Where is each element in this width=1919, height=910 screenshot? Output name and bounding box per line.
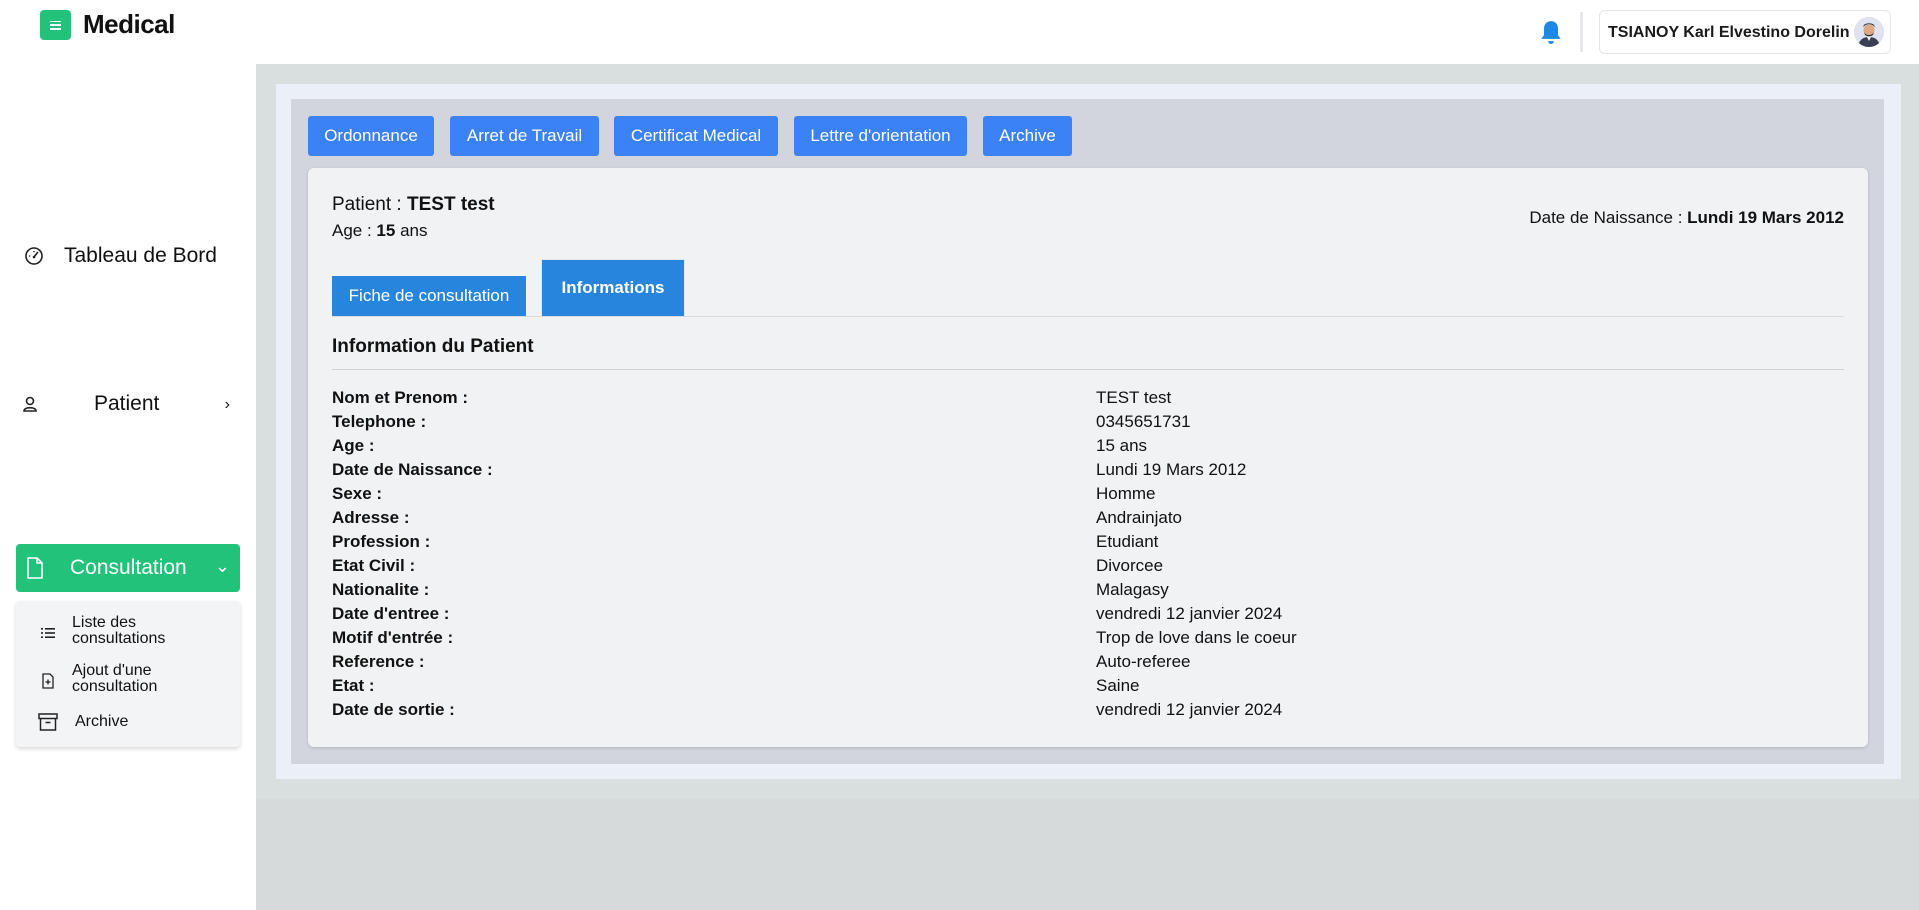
ordonnance-button[interactable]: Ordonnance (308, 116, 434, 156)
patient-icon (23, 396, 37, 412)
section-title: Information du Patient (332, 336, 534, 357)
list-icon (41, 628, 55, 638)
info-row: Etat Civil : Divorcee (332, 556, 1844, 580)
info-value: Homme (1096, 484, 1156, 503)
app-title: Medical (83, 9, 175, 39)
info-key: Adresse : (332, 508, 410, 527)
sidebar-item-patient[interactable]: Patient › (16, 380, 240, 428)
info-row: Sexe : Homme (332, 484, 1844, 508)
info-value: Trop de love dans le coeur (1096, 628, 1297, 647)
submenu-item-label: Archive (75, 713, 129, 730)
info-row: Age : 15 ans (332, 436, 1844, 460)
info-value: vendredi 12 janvier 2024 (1096, 604, 1283, 623)
sidebar-item-tableau-de-bord[interactable]: Tableau de Bord (16, 232, 240, 280)
info-key: Nationalite : (332, 580, 430, 599)
info-row: Date d'entree : vendredi 12 janvier 2024 (332, 604, 1844, 628)
submenu-item-label: Ajout d'une (72, 662, 152, 679)
patient-label: Patient : (332, 194, 407, 215)
submenu-item-ajout-consultation[interactable]: Ajout d'une consultation (16, 663, 240, 697)
info-row: Date de Naissance : Lundi 19 Mars 2012 (332, 460, 1844, 484)
main-area-footer (256, 799, 1919, 910)
submenu-item-label: consultation (72, 678, 158, 695)
chevron-right-icon: › (224, 396, 230, 413)
info-value: Andrainjato (1096, 508, 1183, 527)
info-key: Etat Civil : (332, 556, 416, 575)
archive-button[interactable]: Archive (983, 116, 1072, 156)
info-key: Nom et Prenom : (332, 388, 469, 407)
info-value: Divorcee (1096, 556, 1164, 575)
info-value: Etudiant (1096, 532, 1159, 551)
info-value: Lundi 19 Mars 2012 (1096, 460, 1247, 479)
tab-fiche-consultation[interactable]: Fiche de consultation (332, 276, 526, 316)
patient-card: Patient : TEST test Age : 15 ans Date de… (308, 168, 1868, 747)
submenu-item-liste-consultations[interactable]: Liste des consultations (16, 615, 240, 649)
user-name: TSIANOY Karl Elvestino Dorelin (1608, 24, 1850, 41)
sidebar-item-consultation[interactable]: Consultation ⌄ (16, 544, 240, 592)
info-value: 15 ans (1096, 436, 1148, 455)
patient-dob-line: Date de Naissance : Lundi 19 Mars 2012 (1529, 208, 1844, 228)
submenu-item-archive[interactable]: Archive (16, 712, 240, 734)
info-key: Etat : (332, 676, 375, 695)
age-unit: ans (395, 221, 428, 240)
user-menu[interactable]: TSIANOY Karl Elvestino Dorelin (1599, 10, 1891, 54)
patient-name: TEST test (407, 194, 495, 215)
menu-icon[interactable] (40, 10, 71, 40)
arret-de-travail-button[interactable]: Arret de Travail (450, 116, 599, 156)
patient-age-line: Age : 15 ans (332, 221, 427, 241)
info-value: Malagasy (1096, 580, 1169, 599)
info-key: Reference : (332, 652, 425, 671)
info-row: Etat : Saine (332, 676, 1844, 700)
chevron-down-icon: ⌄ (214, 556, 230, 576)
info-key: Motif d'entrée : (332, 628, 454, 647)
dashboard-gauge-icon (25, 247, 43, 265)
archive-icon (38, 713, 58, 731)
submenu-item-label: Liste des (72, 614, 137, 631)
info-key: Date de Naissance : (332, 460, 493, 479)
sidebar-item-label: Patient (94, 392, 160, 415)
info-row: Profession : Etudiant (332, 532, 1844, 556)
info-row: Reference : Auto-referee (332, 652, 1844, 676)
patient-name-line: Patient : TEST test (332, 194, 495, 216)
info-key: Age : (332, 436, 375, 455)
sidebar: Tableau de Bord Patient › Consultation ⌄… (0, 64, 256, 910)
certificat-medical-button[interactable]: Certificat Medical (614, 116, 778, 156)
sidebar-item-label: Consultation (70, 556, 187, 579)
patient-info-table: Nom et Prenom : TEST test Telephone : 0345… (332, 388, 1844, 724)
age-label: Age : (332, 221, 377, 240)
info-row: Telephone : 0345651731 (332, 412, 1844, 436)
avatar (1854, 17, 1884, 47)
tab-divider (332, 316, 1844, 317)
dob-value: Lundi 19 Mars 2012 (1687, 208, 1844, 227)
submenu-item-label: consultations (72, 630, 166, 647)
info-value: vendredi 12 janvier 2024 (1096, 700, 1283, 719)
info-value: 0345651731 (1096, 412, 1191, 431)
info-key: Date de sortie : (332, 700, 455, 719)
info-key: Profession : (332, 532, 431, 551)
info-row: Nom et Prenom : TEST test (332, 388, 1844, 412)
dob-label: Date de Naissance : (1529, 208, 1688, 227)
info-row: Adresse : Andrainjato (332, 508, 1844, 532)
consultation-submenu: Liste des consultations Ajout d'une cons… (16, 601, 240, 747)
age-value: 15 (376, 221, 396, 240)
lettre-orientation-button[interactable]: Lettre d'orientation (794, 116, 967, 156)
tab-informations[interactable]: Informations (542, 260, 684, 316)
info-value: Saine (1096, 676, 1140, 695)
info-value: TEST test (1096, 388, 1172, 407)
top-header: Medical TSIANOY Karl Elvestino Dorelin (0, 0, 1919, 64)
info-row: Nationalite : Malagasy (332, 580, 1844, 604)
info-value: Auto-referee (1096, 652, 1191, 671)
bell-icon[interactable] (1538, 19, 1564, 47)
info-row: Date de sortie : vendredi 12 janvier 2024 (332, 700, 1844, 724)
info-key: Date d'entree : (332, 604, 450, 623)
section-divider (332, 369, 1844, 370)
add-file-icon (42, 673, 54, 689)
sidebar-item-label: Tableau de Bord (64, 244, 217, 267)
document-icon (27, 557, 43, 579)
info-key: Sexe : (332, 484, 383, 503)
info-row: Motif d'entrée : Trop de love dans le coe… (332, 628, 1844, 652)
info-key: Telephone : (332, 412, 427, 431)
header-divider (1580, 12, 1583, 52)
